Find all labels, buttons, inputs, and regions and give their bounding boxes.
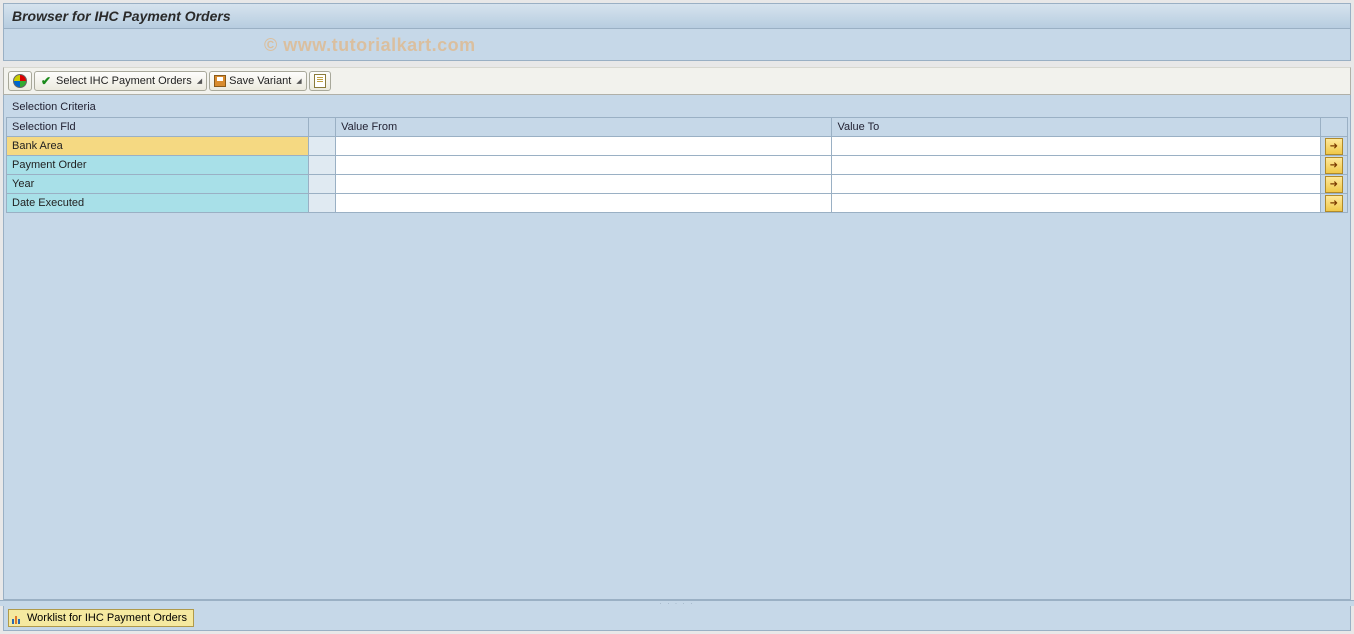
grid-row: Bank Area ➜ bbox=[7, 137, 1348, 156]
cell-to bbox=[832, 194, 1320, 213]
app-menu-icon bbox=[13, 74, 27, 88]
worklist-tab-label: Worklist for IHC Payment Orders bbox=[27, 612, 187, 624]
row-option-button[interactable] bbox=[308, 137, 335, 156]
page-icon bbox=[314, 74, 326, 88]
value-from-input[interactable] bbox=[336, 176, 831, 193]
value-to-input[interactable] bbox=[832, 138, 1319, 155]
grid-row: Year ➜ bbox=[7, 175, 1348, 194]
col-value-to: Value To bbox=[832, 118, 1320, 137]
cell-more: ➜ bbox=[1320, 194, 1347, 213]
value-from-input[interactable] bbox=[336, 157, 831, 174]
value-to-input[interactable] bbox=[832, 195, 1319, 212]
value-from-input[interactable] bbox=[336, 138, 831, 155]
cell-to bbox=[832, 137, 1320, 156]
cell-from bbox=[336, 156, 832, 175]
watermark-text: © www.tutorialkart.com bbox=[264, 35, 476, 56]
col-more bbox=[1320, 118, 1347, 137]
toolbar: ✔ Select IHC Payment Orders ◢ Save Varia… bbox=[3, 67, 1351, 95]
row-label[interactable]: Year bbox=[7, 175, 309, 194]
value-to-input[interactable] bbox=[832, 176, 1319, 193]
value-to-input[interactable] bbox=[832, 157, 1319, 174]
cell-more: ➜ bbox=[1320, 137, 1347, 156]
check-icon: ✔ bbox=[39, 74, 53, 88]
selection-grid: Selection Fld Value From Value To Bank A… bbox=[6, 117, 1348, 213]
sub-title-bar: © www.tutorialkart.com bbox=[3, 29, 1351, 61]
select-orders-button[interactable]: ✔ Select IHC Payment Orders ◢ bbox=[34, 71, 207, 91]
col-spacer bbox=[308, 118, 335, 137]
cell-more: ➜ bbox=[1320, 175, 1347, 194]
row-option-button[interactable] bbox=[308, 156, 335, 175]
content-area: Selection Criteria Selection Fld Value F… bbox=[3, 95, 1351, 600]
row-option-button[interactable] bbox=[308, 175, 335, 194]
col-value-from: Value From bbox=[336, 118, 832, 137]
title-bar: Browser for IHC Payment Orders bbox=[3, 3, 1351, 29]
worklist-tab[interactable]: Worklist for IHC Payment Orders bbox=[8, 609, 194, 627]
row-label[interactable]: Payment Order bbox=[7, 156, 309, 175]
grid-row: Date Executed ➜ bbox=[7, 194, 1348, 213]
col-selection-fld: Selection Fld bbox=[7, 118, 309, 137]
dropdown-arrow-icon: ◢ bbox=[197, 77, 202, 85]
cell-to bbox=[832, 156, 1320, 175]
bottom-panel: Worklist for IHC Payment Orders bbox=[3, 606, 1351, 631]
page-title: Browser for IHC Payment Orders bbox=[12, 8, 231, 24]
row-label[interactable]: Date Executed bbox=[7, 194, 309, 213]
dropdown-arrow-icon: ◢ bbox=[296, 77, 301, 85]
cell-from bbox=[336, 175, 832, 194]
worklist-icon bbox=[12, 612, 24, 624]
grid-row: Payment Order ➜ bbox=[7, 156, 1348, 175]
layout-button[interactable] bbox=[309, 71, 331, 91]
multiple-selection-button[interactable]: ➜ bbox=[1325, 138, 1343, 155]
save-icon bbox=[214, 75, 226, 87]
value-from-input[interactable] bbox=[336, 195, 831, 212]
multiple-selection-button[interactable]: ➜ bbox=[1325, 195, 1343, 212]
cell-to bbox=[832, 175, 1320, 194]
row-label[interactable]: Bank Area bbox=[7, 137, 309, 156]
select-orders-label: Select IHC Payment Orders bbox=[56, 75, 192, 87]
cell-from bbox=[336, 194, 832, 213]
row-option-button[interactable] bbox=[308, 194, 335, 213]
grid-header-row: Selection Fld Value From Value To bbox=[7, 118, 1348, 137]
multiple-selection-button[interactable]: ➜ bbox=[1325, 176, 1343, 193]
cell-more: ➜ bbox=[1320, 156, 1347, 175]
save-variant-button[interactable]: Save Variant ◢ bbox=[209, 71, 307, 91]
save-variant-label: Save Variant bbox=[229, 75, 291, 87]
app-menu-button[interactable] bbox=[8, 71, 32, 91]
multiple-selection-button[interactable]: ➜ bbox=[1325, 157, 1343, 174]
selection-criteria-label: Selection Criteria bbox=[6, 99, 1348, 117]
cell-from bbox=[336, 137, 832, 156]
